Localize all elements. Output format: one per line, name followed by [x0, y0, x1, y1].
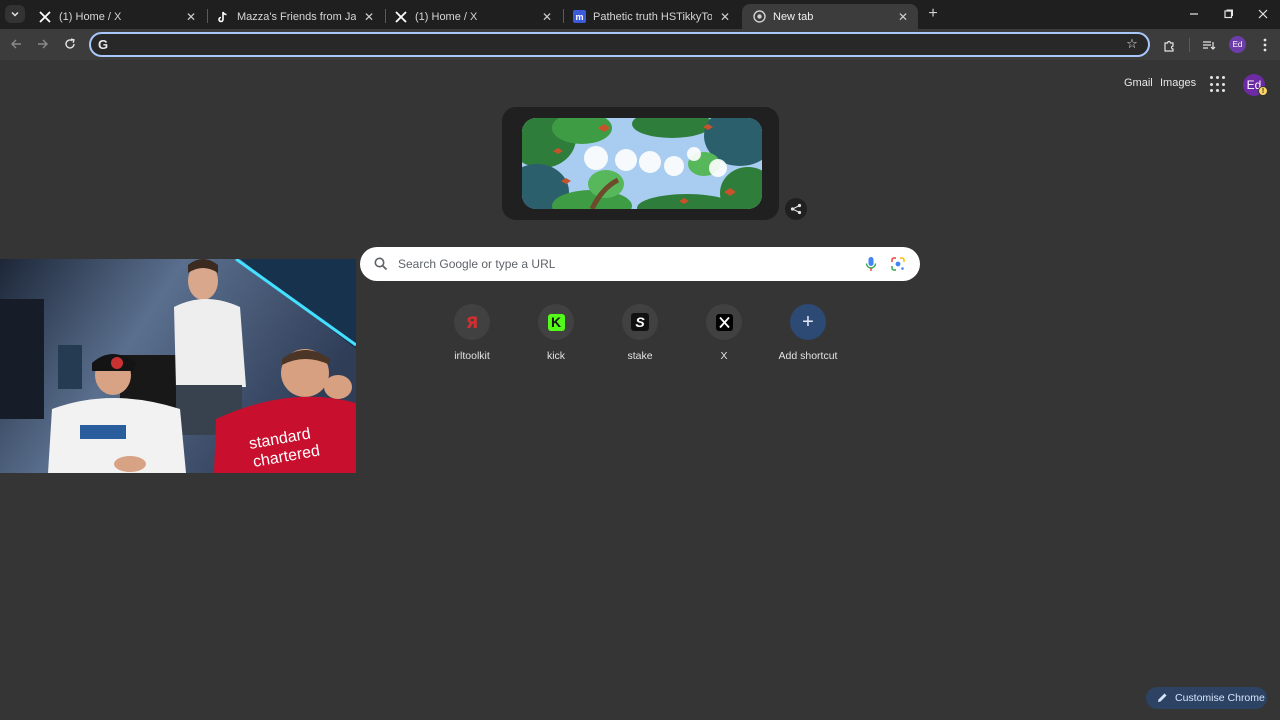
tab-title: (1) Home / X: [415, 10, 478, 23]
account-alert-badge: !: [1258, 86, 1268, 96]
x-logo-icon: [38, 10, 52, 24]
microphone-icon[interactable]: [864, 256, 878, 272]
shortcut-x[interactable]: X: [684, 304, 764, 368]
google-g-icon: G: [98, 37, 109, 52]
google-apps-icon[interactable]: [1210, 76, 1227, 93]
webcam-overlay: standard chartered: [0, 259, 356, 473]
extensions-icon[interactable]: [1160, 36, 1178, 54]
plus-icon: +: [790, 304, 826, 340]
gmail-link[interactable]: Gmail: [1124, 77, 1153, 89]
customise-chrome-button[interactable]: Customise Chrome: [1146, 687, 1267, 709]
close-icon[interactable]: ✕: [362, 10, 376, 24]
minimize-button[interactable]: [1183, 4, 1205, 24]
shortcut-label: Add shortcut: [778, 350, 838, 362]
m-icon: m: [572, 10, 586, 24]
close-icon[interactable]: ✕: [718, 10, 732, 24]
x-logo-icon: [394, 10, 408, 24]
reload-icon: [65, 38, 75, 49]
shortcut-irltoolkit[interactable]: Я irltoolkit: [432, 304, 512, 368]
tab-active[interactable]: New tab ✕: [742, 4, 918, 29]
tiktok-icon: [216, 10, 230, 24]
webcam-image: standard chartered: [0, 259, 356, 473]
search-icon: [374, 257, 388, 271]
shortcut-label: kick: [546, 350, 566, 362]
toolbar-divider: [1189, 38, 1190, 52]
tab-search-button[interactable]: [5, 5, 25, 23]
close-icon[interactable]: ✕: [540, 10, 554, 24]
pencil-icon: [1158, 693, 1167, 702]
arrow-left-icon: [11, 39, 21, 49]
irltoolkit-icon: Я: [454, 304, 490, 340]
google-search-box[interactable]: [360, 247, 920, 281]
tab-title: New tab: [773, 10, 814, 23]
tab-title: (1) Home / X: [59, 10, 122, 23]
shortcut-stake[interactable]: S stake: [600, 304, 680, 368]
chevron-down-icon: [11, 11, 19, 17]
close-window-button[interactable]: [1252, 4, 1274, 24]
back-button[interactable]: [7, 35, 25, 53]
toolbar: G ☆ Ed: [0, 29, 1280, 60]
tab[interactable]: m Pathetic truth HSTikkyTokky's h ✕: [562, 4, 740, 29]
restore-button[interactable]: [1217, 4, 1239, 24]
shortcut-kick[interactable]: K kick: [516, 304, 596, 368]
tab-strip: (1) Home / X ✕ Mazza's Friends from Jail…: [0, 0, 1280, 29]
profile-avatar[interactable]: Ed: [1229, 36, 1246, 53]
omnibox[interactable]: G ☆: [89, 32, 1150, 57]
stake-icon: S: [622, 304, 658, 340]
reading-list-icon[interactable]: [1200, 36, 1218, 54]
svg-text:m: m: [575, 12, 583, 22]
tab-title: Mazza's Friends from Jail Share: [237, 10, 356, 23]
share-icon: [790, 203, 802, 215]
address-bar-input[interactable]: [119, 36, 1119, 54]
shortcut-label: X: [720, 350, 728, 362]
kick-icon: K: [538, 304, 574, 340]
doodle-image: [522, 118, 762, 209]
images-link[interactable]: Images: [1160, 77, 1196, 89]
tab[interactable]: (1) Home / X ✕: [384, 4, 562, 29]
google-lens-icon[interactable]: [890, 256, 906, 272]
bookmark-star-icon[interactable]: ☆: [1125, 36, 1139, 51]
share-button[interactable]: [785, 198, 807, 220]
add-shortcut[interactable]: + Add shortcut: [768, 304, 848, 368]
shortcut-label: irltoolkit: [454, 350, 490, 362]
more-menu-icon[interactable]: [1256, 36, 1274, 54]
tab[interactable]: (1) Home / X ✕: [28, 4, 206, 29]
tab-title: Pathetic truth HSTikkyTokky's h: [593, 10, 712, 23]
shortcut-label: stake: [627, 350, 653, 362]
close-icon[interactable]: ✕: [184, 10, 198, 24]
customise-label: Customise Chrome: [1175, 692, 1265, 704]
google-doodle[interactable]: [502, 107, 779, 220]
new-tab-button[interactable]: +: [924, 5, 942, 23]
arrow-right-icon: [38, 39, 48, 49]
close-icon[interactable]: ✕: [896, 10, 910, 24]
reload-button[interactable]: [61, 35, 79, 53]
search-input[interactable]: [398, 255, 848, 273]
x-logo-icon: [706, 304, 742, 340]
tab[interactable]: Mazza's Friends from Jail Share ✕: [206, 4, 384, 29]
chrome-icon: [752, 10, 766, 24]
forward-button[interactable]: [34, 35, 52, 53]
